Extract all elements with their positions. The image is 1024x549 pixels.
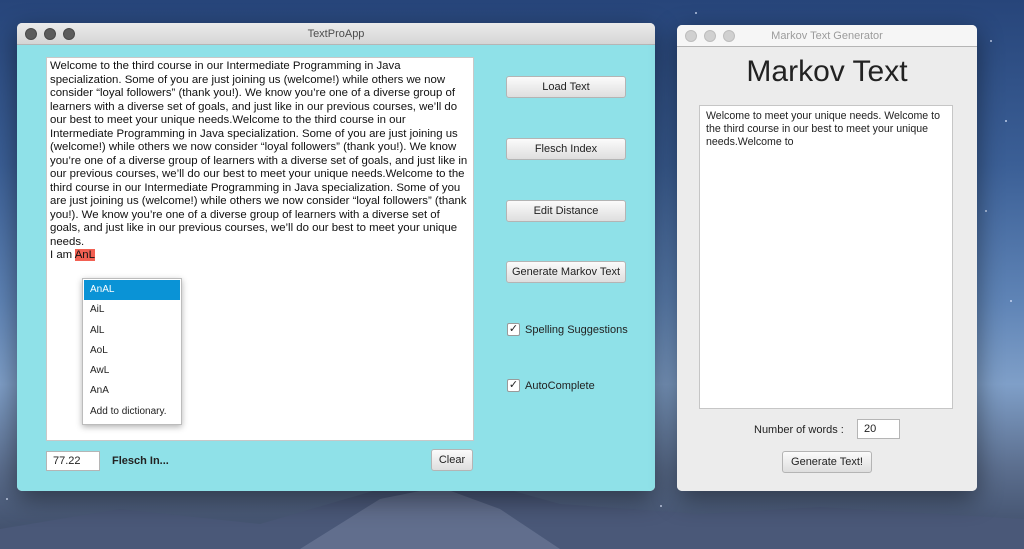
clear-button[interactable]: Clear (431, 449, 473, 471)
spelling-suggestions-checkbox-row[interactable]: ✓ Spelling Suggestions (507, 323, 628, 336)
autocomplete-checkbox[interactable]: ✓ (507, 379, 520, 392)
main-window-title: TextProApp (307, 27, 365, 40)
checkmark-icon: ✓ (508, 323, 519, 335)
suggestion-item[interactable]: AnA (84, 381, 180, 401)
load-text-button[interactable]: Load Text (506, 76, 626, 98)
autocomplete-label: AutoComplete (525, 379, 595, 392)
typed-prefix: I am (50, 249, 75, 261)
suggestion-item[interactable]: AoL (84, 341, 180, 361)
markov-heading: Markov Text (746, 55, 908, 88)
spelling-suggestions-popup: AnAL AiL AlL AoL AwL AnA Add to dictiona… (82, 278, 182, 425)
generated-text-area[interactable]: Welcome to meet your unique needs. Welco… (699, 105, 953, 409)
markov-content: Markov Text Welcome to meet your unique … (677, 47, 977, 491)
minimize-window-icon[interactable] (704, 30, 716, 42)
edit-distance-button[interactable]: Edit Distance (506, 200, 626, 222)
checkmark-icon: ✓ (508, 379, 519, 391)
zoom-window-icon[interactable] (723, 30, 735, 42)
generate-text-button[interactable]: Generate Text! (782, 451, 872, 473)
zoom-window-icon[interactable] (63, 28, 75, 40)
add-to-dictionary-item[interactable]: Add to dictionary. (84, 402, 180, 422)
misspelled-word[interactable]: AnL (74, 249, 95, 261)
suggestion-item[interactable]: AnAL (84, 280, 180, 301)
number-of-words-label: Number of words : (754, 424, 844, 436)
spelling-suggestions-label: Spelling Suggestions (525, 323, 628, 336)
flesch-index-button[interactable]: Flesch Index (506, 138, 626, 160)
generated-text: Welcome to meet your unique needs. Welco… (706, 110, 940, 148)
flesch-score-field[interactable]: 77.22 (46, 451, 100, 471)
markov-window-title: Markov Text Generator (771, 29, 883, 42)
suggestion-item[interactable]: AwL (84, 361, 180, 381)
markov-titlebar: Markov Text Generator (677, 25, 977, 47)
suggestion-item[interactable]: AiL (84, 300, 180, 320)
minimize-window-icon[interactable] (44, 28, 56, 40)
flesch-index-label: Flesch In... (112, 455, 169, 467)
generate-markov-text-button[interactable]: Generate Markov Text (506, 261, 626, 283)
close-window-icon[interactable] (685, 30, 697, 42)
close-window-icon[interactable] (25, 28, 37, 40)
number-of-words-input[interactable]: 20 (857, 419, 900, 439)
markov-text-generator-window: Markov Text Generator Markov Text Welcom… (677, 25, 977, 491)
autocomplete-checkbox-row[interactable]: ✓ AutoComplete (507, 379, 595, 392)
main-content: Welcome to the third course in our Inter… (17, 45, 655, 491)
spelling-suggestions-checkbox[interactable]: ✓ (507, 323, 520, 336)
main-titlebar: TextProApp (17, 23, 655, 45)
typed-line: I am AnL (50, 249, 470, 263)
text-body: Welcome to the third course in our Inter… (50, 60, 468, 248)
textproapp-window: TextProApp Welcome to the third course i… (17, 23, 655, 491)
suggestion-item[interactable]: AlL (84, 321, 180, 341)
